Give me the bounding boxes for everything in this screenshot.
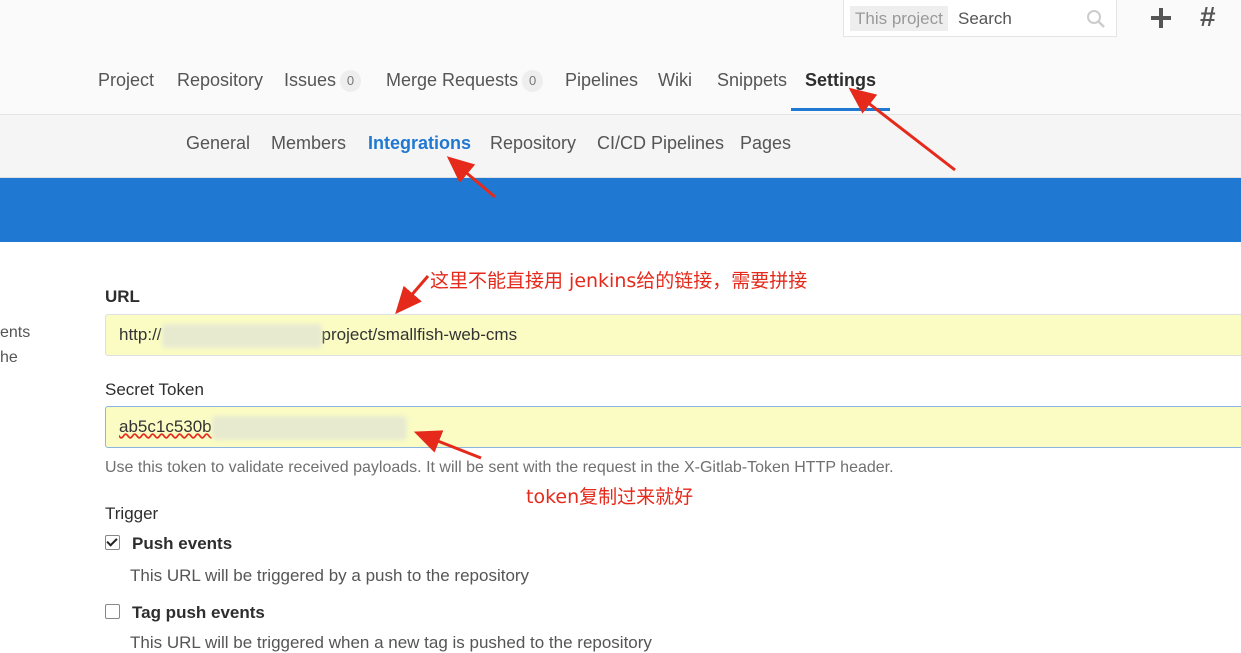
subnav-pages[interactable]: Pages [740, 133, 791, 154]
token-help-text: Use this token to validate received payl… [105, 459, 894, 476]
url-suffix: project/smallfish-web-cms [321, 325, 518, 344]
tag-push-events-option[interactable]: Tag push events [105, 603, 265, 623]
blue-banner [0, 178, 1241, 242]
search-icon[interactable] [1086, 9, 1106, 29]
nav-settings[interactable]: Settings [791, 62, 891, 111]
settings-subnav: General Members Integrations Repository … [0, 115, 1241, 178]
plus-icon[interactable] [1149, 6, 1173, 30]
secret-token-field[interactable]: ab5c1c530b [105, 406, 1241, 448]
push-events-label[interactable]: Push events [132, 534, 232, 553]
token-annotation: token复制过来就好 [526, 486, 694, 508]
nav-issues-label: Issues [284, 70, 337, 90]
subnav-members[interactable]: Members [271, 133, 346, 154]
nav-merge-requests[interactable]: Merge Requests 0 [386, 62, 544, 112]
nav-pipelines[interactable]: Pipelines [565, 62, 638, 112]
search-box[interactable]: This project Search [843, 0, 1117, 37]
tag-push-help: This URL will be triggered when a new ta… [130, 633, 652, 652]
tag-push-checkbox[interactable] [105, 604, 120, 620]
top-header: This project Search # Project Repository… [0, 0, 1241, 115]
arrow-url [395, 275, 430, 315]
nav-mr-label: Merge Requests [386, 70, 519, 90]
search-scope-badge[interactable]: This project [850, 6, 948, 31]
redacted-token [211, 415, 407, 440]
push-events-option[interactable]: Push events [105, 534, 232, 554]
push-events-checkbox[interactable] [105, 535, 120, 551]
trigger-label: Trigger [105, 504, 159, 523]
nav-project[interactable]: Project [98, 62, 154, 112]
nav-repository[interactable]: Repository [177, 62, 263, 112]
subnav-integrations[interactable]: Integrations [368, 133, 471, 154]
url-label: URL [105, 287, 140, 306]
left-description-line: he [0, 349, 18, 366]
token-value: ab5c1c530b [119, 417, 212, 436]
issues-count-badge: 0 [340, 70, 362, 93]
nav-wiki[interactable]: Wiki [658, 62, 692, 112]
subnav-repository[interactable]: Repository [490, 133, 576, 154]
hash-icon[interactable]: # [1200, 2, 1228, 32]
nav-issues[interactable]: Issues 0 [284, 62, 362, 112]
redacted-host [161, 323, 322, 348]
url-field[interactable]: http:// project/smallfish-web-cms [105, 314, 1241, 356]
subnav-general[interactable]: General [186, 133, 250, 154]
url-prefix: http:// [119, 325, 162, 344]
nav-snippets[interactable]: Snippets [717, 62, 787, 112]
left-description-line: ents [0, 324, 31, 341]
subnav-cicd-pipelines[interactable]: CI/CD Pipelines [597, 133, 724, 154]
secret-token-label: Secret Token [105, 380, 204, 399]
mr-count-badge: 0 [522, 70, 544, 93]
search-input[interactable]: Search [958, 6, 1012, 31]
push-events-help: This URL will be triggered by a push to … [130, 566, 530, 585]
tag-push-label[interactable]: Tag push events [132, 603, 265, 622]
url-annotation: 这里不能直接用 jenkins给的链接，需要拼接 [430, 270, 808, 292]
